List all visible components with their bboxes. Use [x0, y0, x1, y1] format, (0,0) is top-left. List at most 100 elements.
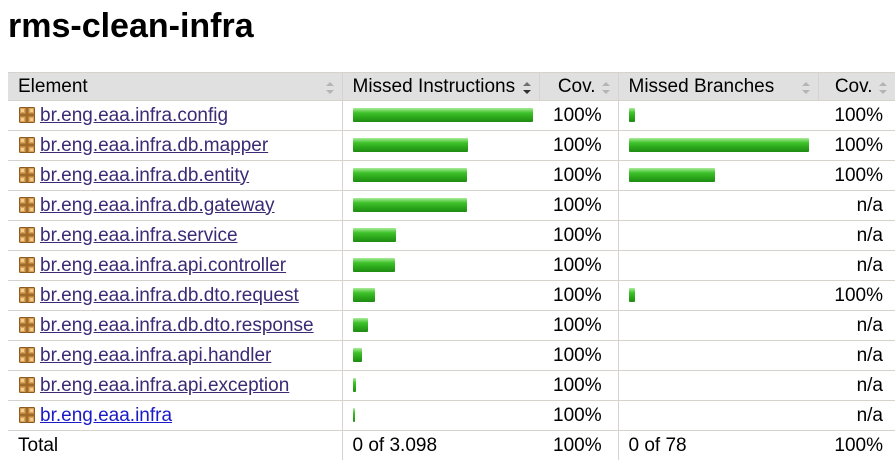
header-element-label: Element — [18, 75, 88, 97]
instructions-bar-cell — [341, 100, 539, 131]
package-link[interactable]: br.eng.eaa.infra.service — [40, 225, 238, 246]
instructions-coverage-bar — [352, 348, 362, 363]
package-link[interactable]: br.eng.eaa.infra.api.exception — [40, 375, 289, 396]
header-missed-branches[interactable]: Missed Branches — [617, 72, 819, 101]
instructions-bar-cell — [341, 280, 539, 311]
package-cell: br.eng.eaa.infra.api.controller — [8, 250, 342, 281]
branches-bar-cell — [617, 160, 818, 191]
instructions-coverage-bar — [352, 228, 396, 243]
package-link[interactable]: br.eng.eaa.infra.db.mapper — [40, 135, 268, 156]
total-missed-branches: 0 of 78 — [617, 430, 818, 460]
header-missed-instructions-label: Missed Instructions — [352, 75, 516, 97]
instructions-coverage: 100% — [539, 400, 618, 431]
instructions-coverage-bar — [352, 168, 467, 183]
branches-coverage: 100% — [818, 100, 895, 131]
branches-coverage-bar — [628, 108, 635, 123]
instructions-bar-cell — [341, 190, 539, 221]
package-cell: br.eng.eaa.infra.db.entity — [8, 160, 342, 191]
branches-bar-cell — [617, 280, 818, 311]
instructions-bar-cell — [341, 370, 539, 401]
branches-bar-cell — [617, 310, 818, 341]
package-link[interactable]: br.eng.eaa.infra.api.controller — [40, 255, 286, 276]
package-link[interactable]: br.eng.eaa.infra.config — [40, 105, 228, 126]
package-link[interactable]: br.eng.eaa.infra.db.dto.response — [40, 315, 314, 336]
package-icon — [18, 345, 40, 367]
package-icon — [18, 225, 40, 247]
branches-coverage: 100% — [818, 280, 895, 311]
package-icon — [18, 405, 40, 427]
instructions-coverage-bar — [352, 318, 368, 333]
branches-coverage-bar — [628, 168, 715, 183]
branches-coverage-bar — [628, 288, 635, 303]
package-icon — [18, 165, 40, 187]
package-cell: br.eng.eaa.infra.db.dto.response — [8, 310, 342, 341]
package-cell: br.eng.eaa.infra.api.handler — [8, 340, 342, 371]
total-instructions-coverage: 100% — [553, 434, 602, 456]
package-cell: br.eng.eaa.infra — [8, 400, 342, 431]
header-missed-branches-label: Missed Branches — [628, 75, 775, 97]
header-missed-instructions[interactable]: Missed Instructions — [341, 72, 540, 101]
table-row: br.eng.eaa.infra.db.mapper 100% 100% — [8, 130, 895, 161]
package-icon — [18, 255, 40, 277]
package-link[interactable]: br.eng.eaa.infra.api.handler — [40, 345, 271, 366]
table-row: br.eng.eaa.infra.api.controller 100% n/a — [8, 250, 895, 281]
header-cov-label: Cov. — [557, 75, 596, 97]
sort-icon — [878, 81, 888, 95]
instructions-coverage-bar — [352, 198, 467, 213]
branches-coverage: n/a — [818, 190, 895, 221]
instructions-bar-cell — [341, 400, 539, 431]
package-link[interactable]: br.eng.eaa.infra — [40, 405, 172, 426]
table-row: br.eng.eaa.infra.service 100% n/a — [8, 220, 895, 251]
branches-bar-cell — [617, 220, 818, 251]
package-icon — [18, 105, 40, 127]
instructions-bar-cell — [341, 250, 539, 281]
sort-descending-icon — [522, 81, 532, 95]
header-row: Element Missed Instructions Cov. Missed … — [8, 72, 895, 101]
instructions-coverage: 100% — [539, 280, 618, 311]
table-row: br.eng.eaa.infra.db.dto.request 100% 100% — [8, 280, 895, 311]
package-link[interactable]: br.eng.eaa.infra.db.dto.request — [40, 285, 299, 306]
package-cell: br.eng.eaa.infra.api.exception — [8, 370, 342, 401]
instructions-coverage: 100% — [539, 220, 618, 251]
branches-bar-cell — [617, 340, 818, 371]
branches-bar-cell — [617, 130, 818, 161]
page-title: rms-clean-infra — [8, 7, 254, 45]
branches-bar-cell — [617, 250, 818, 281]
branches-coverage: n/a — [818, 220, 895, 251]
instructions-coverage-bar — [352, 108, 533, 123]
sort-icon — [325, 81, 335, 95]
header-cov-label: Cov. — [834, 75, 873, 97]
total-row: Total 0 of 3.098 100% 0 of 78 100% — [8, 430, 895, 460]
header-element[interactable]: Element — [8, 72, 343, 101]
branches-coverage: n/a — [818, 400, 895, 431]
header-branches-coverage[interactable]: Cov. — [817, 72, 895, 101]
package-cell: br.eng.eaa.infra.config — [8, 100, 342, 131]
package-cell: br.eng.eaa.infra.db.dto.request — [8, 280, 342, 311]
table-row: br.eng.eaa.infra.api.exception 100% n/a — [8, 370, 895, 401]
instructions-coverage: 100% — [539, 160, 618, 191]
branches-coverage-bar — [628, 138, 809, 153]
sort-icon — [801, 81, 811, 95]
package-link[interactable]: br.eng.eaa.infra.db.gateway — [40, 195, 275, 216]
package-cell: br.eng.eaa.infra.db.mapper — [8, 130, 342, 161]
total-label: Total — [18, 434, 59, 456]
branches-coverage: n/a — [818, 250, 895, 281]
instructions-coverage: 100% — [539, 100, 618, 131]
package-icon — [18, 135, 40, 157]
branches-bar-cell — [617, 100, 818, 131]
package-cell: br.eng.eaa.infra.db.gateway — [8, 190, 342, 221]
package-icon — [18, 315, 40, 337]
total-missed-instructions: 0 of 3.098 — [341, 430, 539, 460]
instructions-coverage: 100% — [539, 370, 618, 401]
instructions-coverage-bar — [352, 288, 375, 303]
instructions-coverage: 100% — [539, 310, 618, 341]
header-instructions-coverage[interactable]: Cov. — [538, 72, 619, 101]
instructions-coverage: 100% — [539, 190, 618, 221]
branches-coverage: n/a — [818, 340, 895, 371]
branches-bar-cell — [617, 400, 818, 431]
package-link[interactable]: br.eng.eaa.infra.db.entity — [40, 165, 249, 186]
package-icon — [18, 195, 40, 217]
instructions-bar-cell — [341, 310, 539, 341]
instructions-coverage-bar — [352, 138, 468, 153]
table-row: br.eng.eaa.infra.db.gateway 100% n/a — [8, 190, 895, 221]
